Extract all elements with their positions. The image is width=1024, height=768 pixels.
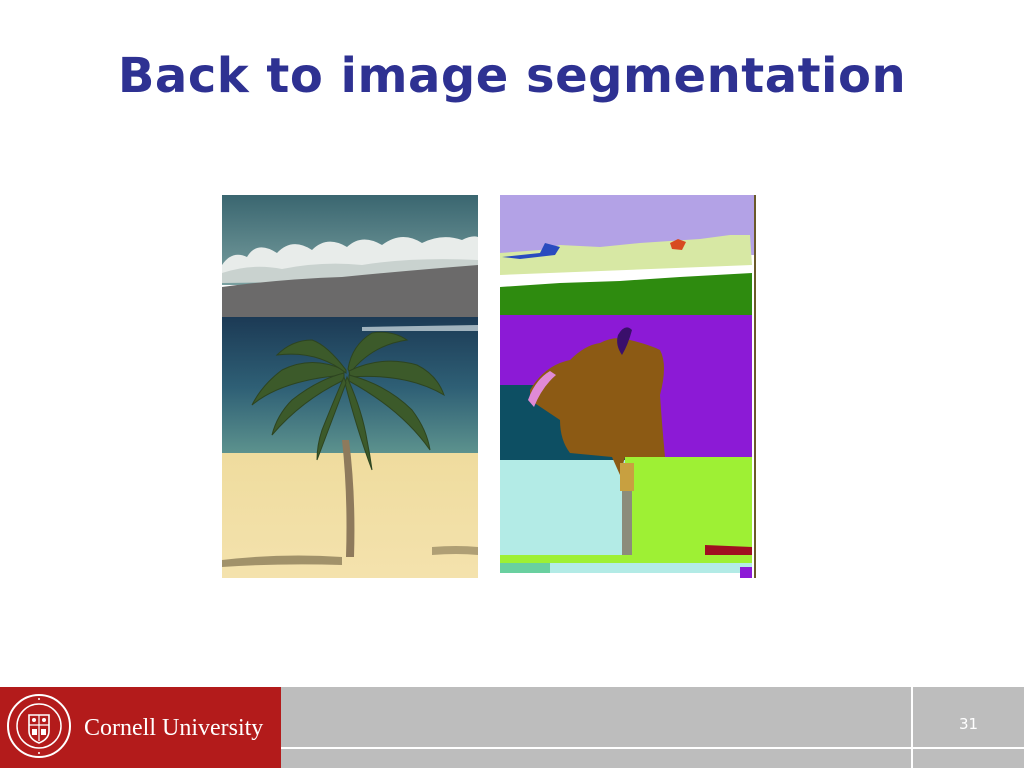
slide-title: Back to image segmentation <box>117 48 907 104</box>
university-name: Cornell University <box>84 715 264 741</box>
cornell-logo-block: Cornell University <box>0 687 281 768</box>
footer: Cornell University 31 <box>0 687 1024 768</box>
segmentation-result-image <box>500 195 756 578</box>
page-number: 31 <box>958 715 979 733</box>
cornell-seal-icon <box>7 694 71 758</box>
palm-tree-photo <box>222 195 478 578</box>
slide: Back to image segmentation Cornell Unive… <box>0 0 1024 768</box>
